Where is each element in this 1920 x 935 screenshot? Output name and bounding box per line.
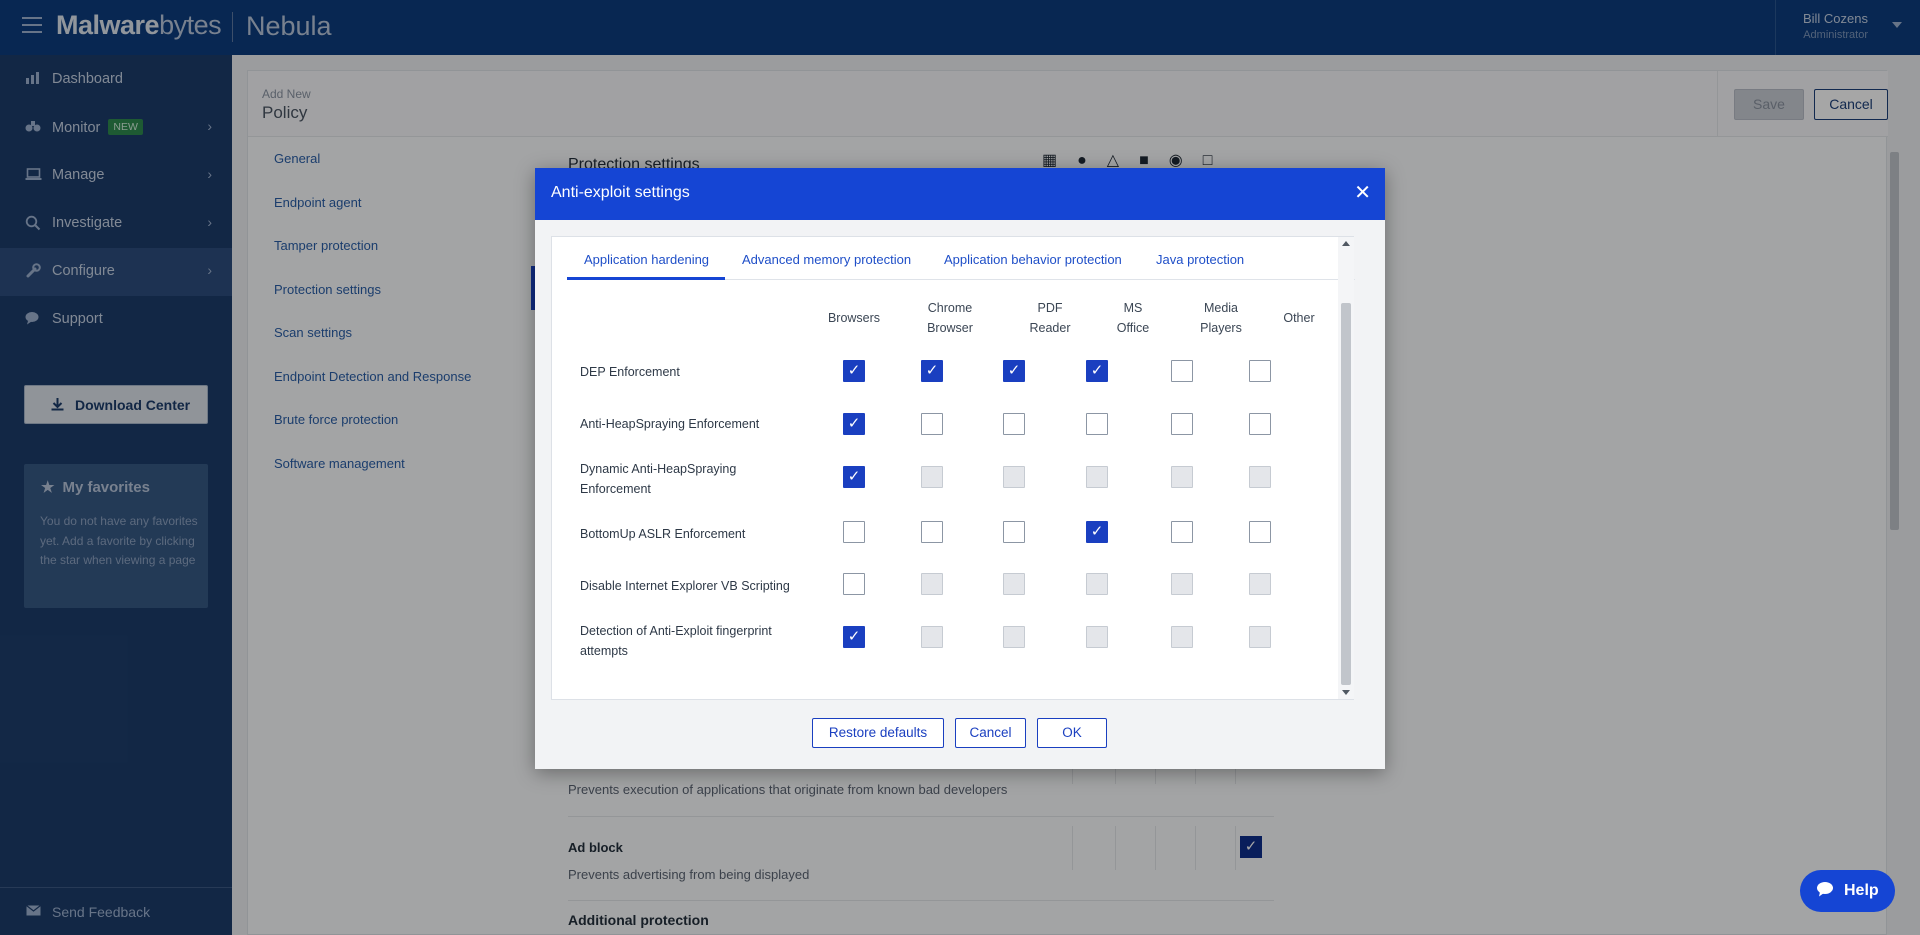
checkbox-media-players (1171, 626, 1193, 648)
help-label: Help (1844, 882, 1879, 899)
checkbox-pdf-reader (1003, 573, 1025, 595)
checkbox-browsers[interactable]: ✓ (843, 626, 865, 648)
anti-exploit-modal: Anti-exploit settings ✕ Application hard… (535, 168, 1385, 769)
settings-panel: Application hardening Advanced memory pr… (551, 236, 1355, 700)
checkbox-ms-office[interactable] (1086, 413, 1108, 435)
close-icon[interactable]: ✕ (1354, 183, 1371, 203)
checkbox-media-players[interactable] (1171, 521, 1193, 543)
checkbox-chrome-browser[interactable] (921, 413, 943, 435)
checkbox-pdf-reader (1003, 626, 1025, 648)
checkbox-other[interactable] (1249, 360, 1271, 382)
ok-button[interactable]: OK (1037, 718, 1107, 748)
checkbox-media-players[interactable] (1171, 413, 1193, 435)
checkbox-browsers[interactable]: ✓ (843, 466, 865, 488)
restore-defaults-button[interactable]: Restore defaults (812, 718, 944, 748)
tab-advanced-memory-protection[interactable]: Advanced memory protection (742, 252, 911, 267)
tab-application-hardening[interactable]: Application hardening (584, 252, 709, 267)
scrollbar-thumb[interactable] (1341, 303, 1351, 685)
row-label-disable-ie-vb-scripting: Disable Internet Explorer VB Scripting (580, 579, 790, 593)
column-header-pdf-reader: PDF Reader (1029, 301, 1071, 335)
panel-scrollbar[interactable] (1338, 237, 1354, 699)
checkbox-ms-office[interactable]: ✓ (1086, 521, 1108, 543)
checkbox-chrome-browser[interactable]: ✓ (921, 360, 943, 382)
scroll-up-icon[interactable] (1342, 241, 1350, 246)
checkbox-other (1249, 573, 1271, 595)
checkbox-pdf-reader[interactable] (1003, 521, 1025, 543)
column-header-ms-office: MS Office (1116, 301, 1150, 335)
checkbox-other[interactable] (1249, 521, 1271, 543)
checkbox-media-players (1171, 573, 1193, 595)
checkbox-browsers[interactable] (843, 573, 865, 595)
tab-java-protection[interactable]: Java protection (1156, 252, 1244, 267)
checkbox-chrome-browser (921, 626, 943, 648)
checkbox-chrome-browser (921, 573, 943, 595)
column-header-media-players: Media Players (1200, 301, 1242, 335)
checkbox-chrome-browser (921, 466, 943, 488)
active-tab-underline (567, 277, 725, 280)
checkbox-ms-office (1086, 466, 1108, 488)
row-label-dynamic-anti-heapspraying: Dynamic Anti-HeapSpraying Enforcement (580, 462, 737, 496)
row-label-dep-enforcement: DEP Enforcement (580, 365, 680, 379)
modal-cancel-button[interactable]: Cancel (955, 718, 1026, 748)
modal-header: Anti-exploit settings ✕ (535, 168, 1385, 220)
chat-bubble-icon (1816, 881, 1834, 902)
scroll-down-icon[interactable] (1342, 690, 1350, 695)
checkbox-other[interactable] (1249, 413, 1271, 435)
row-label-anti-heapspraying: Anti-HeapSpraying Enforcement (580, 417, 760, 431)
checkbox-media-players[interactable] (1171, 360, 1193, 382)
column-header-other: Other (1283, 311, 1315, 325)
checkbox-other (1249, 626, 1271, 648)
checkbox-chrome-browser[interactable] (921, 521, 943, 543)
checkbox-pdf-reader (1003, 466, 1025, 488)
checkbox-ms-office (1086, 573, 1108, 595)
tab-bar: Application hardening Advanced memory pr… (567, 237, 1355, 280)
row-label-bottomup-aslr: BottomUp ASLR Enforcement (580, 527, 746, 541)
help-button[interactable]: Help (1800, 870, 1895, 912)
checkbox-pdf-reader[interactable] (1003, 413, 1025, 435)
modal-title: Anti-exploit settings (551, 184, 690, 201)
checkbox-ms-office (1086, 626, 1108, 648)
checkbox-browsers[interactable]: ✓ (843, 360, 865, 382)
checkbox-other (1249, 466, 1271, 488)
column-header-browsers: Browsers (827, 311, 881, 325)
tab-application-behavior-protection[interactable]: Application behavior protection (944, 252, 1122, 267)
column-header-chrome-browser: Chrome Browser (927, 301, 973, 335)
checkbox-browsers[interactable] (843, 521, 865, 543)
checkbox-ms-office[interactable]: ✓ (1086, 360, 1108, 382)
checkbox-browsers[interactable]: ✓ (843, 413, 865, 435)
row-label-anti-exploit-fingerprint: Detection of Anti-Exploit fingerprint att… (580, 624, 772, 658)
checkbox-pdf-reader[interactable]: ✓ (1003, 360, 1025, 382)
checkbox-media-players (1171, 466, 1193, 488)
